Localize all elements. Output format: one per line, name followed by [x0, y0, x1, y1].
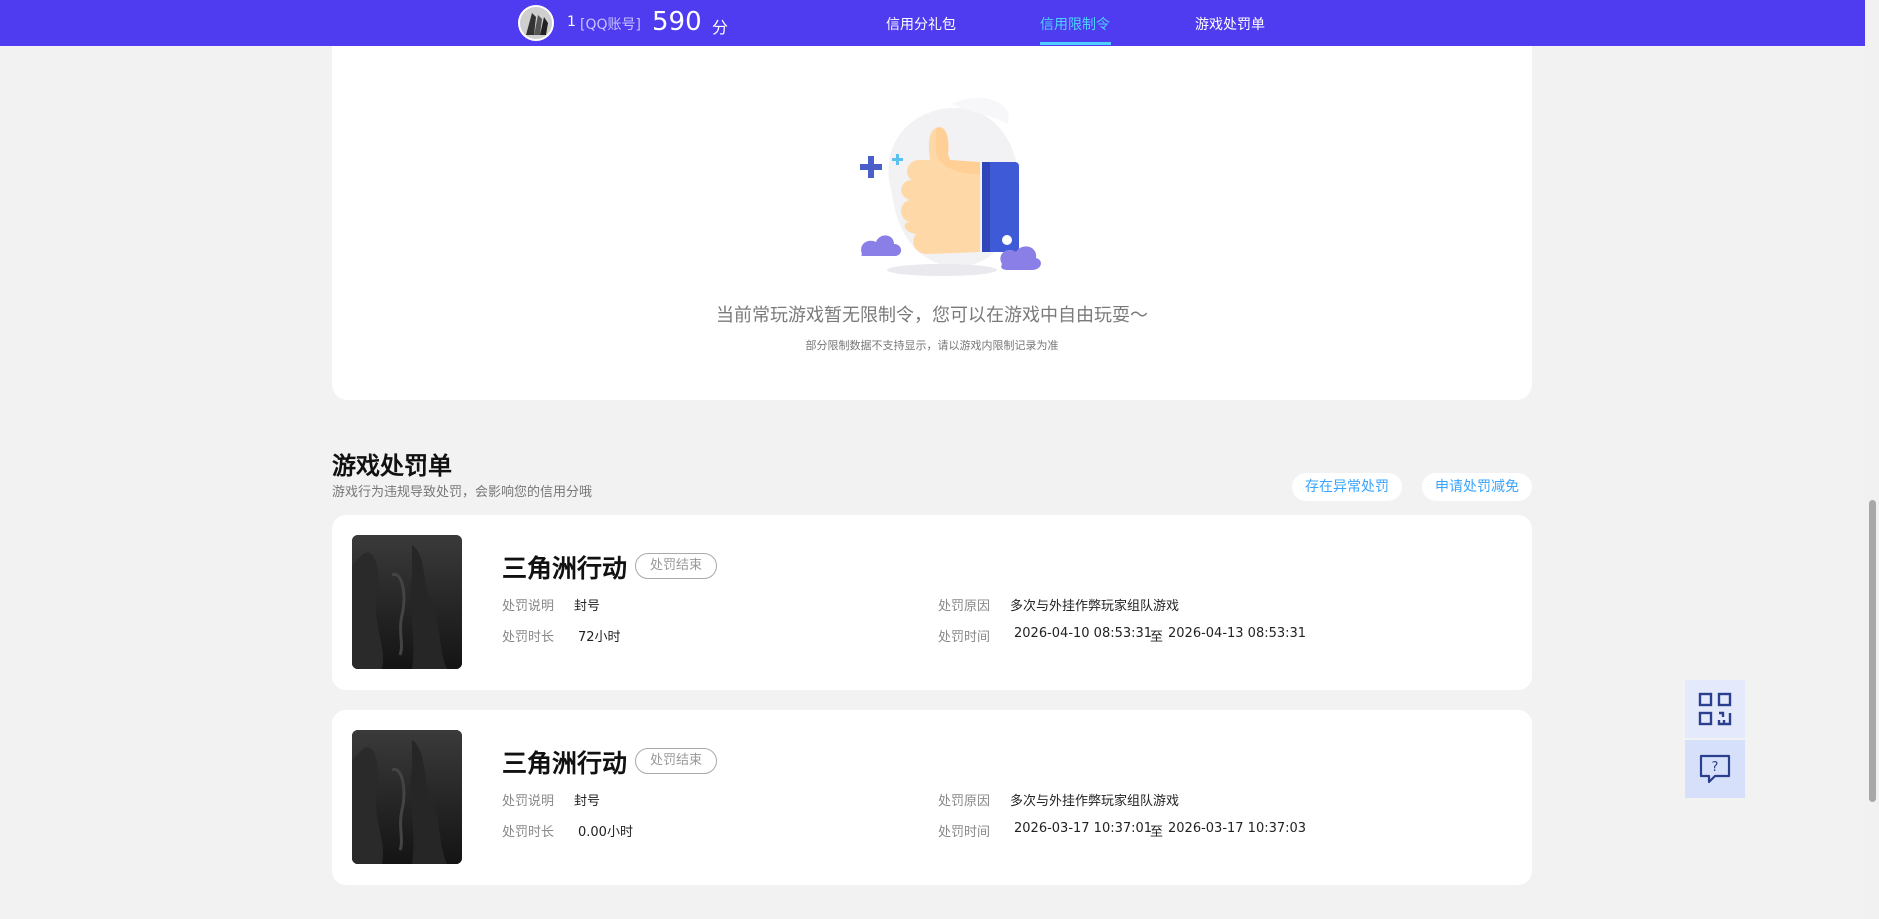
section-subtitle-penalty: 游戏行为违规导致处罚，会影响您的信用分哦: [332, 485, 593, 500]
penalty-desc-value: 封号: [574, 599, 601, 614]
game-cover-image: [352, 535, 462, 669]
penalty-time-separator: 至: [1150, 630, 1164, 645]
penalty-status-badge: 处罚结束: [635, 553, 718, 579]
penalty-desc-value: 封号: [574, 794, 601, 809]
penalty-time-label: 处罚时间: [938, 630, 991, 645]
nav-restriction-order[interactable]: 信用限制令: [1040, 14, 1110, 34]
empty-state-subtitle: 部分限制数据不支持显示，请以游戏内限制记录为准: [805, 339, 1059, 352]
penalty-time-separator: 至: [1150, 825, 1164, 840]
penalty-desc-label: 处罚说明: [502, 599, 555, 614]
penalty-reason-label: 处罚原因: [938, 794, 991, 809]
help-button[interactable]: ?: [1685, 740, 1745, 798]
game-cover-image: [352, 730, 462, 864]
game-name: 三角洲行动: [502, 554, 628, 583]
penalty-duration-label: 处罚时长: [502, 630, 555, 645]
section-title-penalty: 游戏处罚单: [332, 452, 452, 480]
credit-score: 590: [652, 7, 702, 37]
nav-game-penalty[interactable]: 游戏处罚单: [1195, 14, 1265, 34]
penalty-duration-value: 72小时: [578, 630, 621, 645]
penalty-start-time: 2026-04-10 08:53:31: [1014, 626, 1153, 641]
help-chat-icon: ?: [1699, 754, 1731, 784]
qrcode-icon: [1698, 692, 1732, 726]
penalty-card: 三角洲行动 处罚结束 处罚说明 封号 处罚时长 72小时 处罚原因 多次与外挂作…: [332, 515, 1532, 690]
nav-credit-gift[interactable]: 信用分礼包: [886, 14, 956, 34]
abnormal-penalty-button[interactable]: 存在异常处罚: [1292, 473, 1402, 501]
penalty-duration-value: 0.00小时: [578, 825, 633, 840]
account-number: 1: [567, 14, 576, 30]
game-name: 三角洲行动: [502, 749, 628, 778]
penalty-reason-value: 多次与外挂作弊玩家组队游戏: [1010, 794, 1180, 809]
penalty-time-label: 处罚时间: [938, 825, 991, 840]
penalty-card: 三角洲行动 处罚结束 处罚说明 封号 处罚时长 0.00小时 处罚原因 多次与外…: [332, 710, 1532, 885]
penalty-reason-value: 多次与外挂作弊玩家组队游戏: [1010, 599, 1180, 614]
penalty-duration-label: 处罚时长: [502, 825, 555, 840]
penalty-start-time: 2026-03-17 10:37:01: [1014, 821, 1153, 836]
penalty-end-time: 2026-03-17 10:37:03: [1168, 821, 1307, 836]
qrcode-button[interactable]: [1685, 680, 1745, 738]
page-scrollbar[interactable]: [1865, 0, 1879, 919]
scrollbar-thumb[interactable]: [1869, 500, 1876, 802]
penalty-reason-label: 处罚原因: [938, 599, 991, 614]
user-avatar[interactable]: [518, 5, 554, 41]
penalty-status-badge: 处罚结束: [635, 748, 718, 774]
credit-score-unit: 分: [712, 18, 729, 37]
top-nav-bar: 1 [QQ账号] 590 分 信用分礼包 信用限制令 游戏处罚单: [0, 0, 1865, 46]
account-type: [QQ账号]: [580, 17, 641, 33]
active-tab-indicator: [1040, 42, 1111, 45]
empty-state-title: 当前常玩游戏暂无限制令，您可以在游戏中自由玩耍～: [716, 305, 1148, 326]
svg-text:?: ?: [1712, 760, 1719, 775]
restriction-card: 当前常玩游戏暂无限制令，您可以在游戏中自由玩耍～ 部分限制数据不支持显示，请以游…: [332, 46, 1532, 400]
penalty-desc-label: 处罚说明: [502, 794, 555, 809]
apply-penalty-reduction-button[interactable]: 申请处罚减免: [1422, 473, 1532, 501]
penalty-end-time: 2026-04-13 08:53:31: [1168, 626, 1307, 641]
thumbs-up-illustration: [832, 84, 1042, 288]
